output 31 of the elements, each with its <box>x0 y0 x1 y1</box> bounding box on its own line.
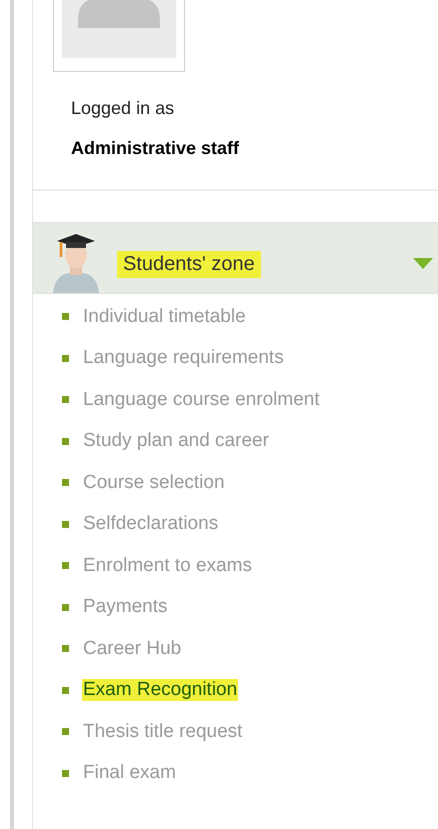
menu-link[interactable]: Selfdeclarations <box>82 513 220 535</box>
section-header[interactable]: Students' zone <box>33 222 438 294</box>
caret-icon[interactable] <box>413 258 433 269</box>
bullet-icon <box>62 313 69 320</box>
bullet-icon <box>62 520 69 528</box>
menu-link[interactable]: Thesis title request <box>82 720 244 742</box>
bullet-icon <box>62 770 69 776</box>
bullet-icon <box>62 354 69 362</box>
bullet-icon <box>62 645 69 652</box>
bullet-icon <box>62 604 69 610</box>
student-icon <box>53 231 99 293</box>
menu-link[interactable]: Study plan and career <box>82 430 270 452</box>
bullet-icon <box>62 438 69 444</box>
menu-link[interactable]: Enrolment to exams <box>82 554 253 576</box>
bullet-icon <box>62 562 69 569</box>
menu-link[interactable]: Individual timetable <box>82 306 247 328</box>
menu-link[interactable]: Exam Recognition <box>82 679 238 701</box>
menu-link[interactable]: Payments <box>82 596 168 618</box>
bullet-icon <box>62 396 69 403</box>
menu-link[interactable]: Language course enrolment <box>82 388 321 410</box>
avatar-icon <box>62 0 176 58</box>
section-title: Students' zone <box>117 251 261 278</box>
bullet-icon <box>62 686 69 694</box>
bullet-icon <box>62 479 69 486</box>
menu-link[interactable]: Final exam <box>82 762 177 784</box>
logged-in-label: Logged in as <box>71 98 176 119</box>
user-role: Administrative staff <box>71 138 240 159</box>
menu-link[interactable]: Language requirements <box>82 347 285 369</box>
menu-link[interactable]: Course selection <box>82 472 226 494</box>
menu-link[interactable]: Career Hub <box>82 638 182 660</box>
bullet-icon <box>62 728 69 735</box>
